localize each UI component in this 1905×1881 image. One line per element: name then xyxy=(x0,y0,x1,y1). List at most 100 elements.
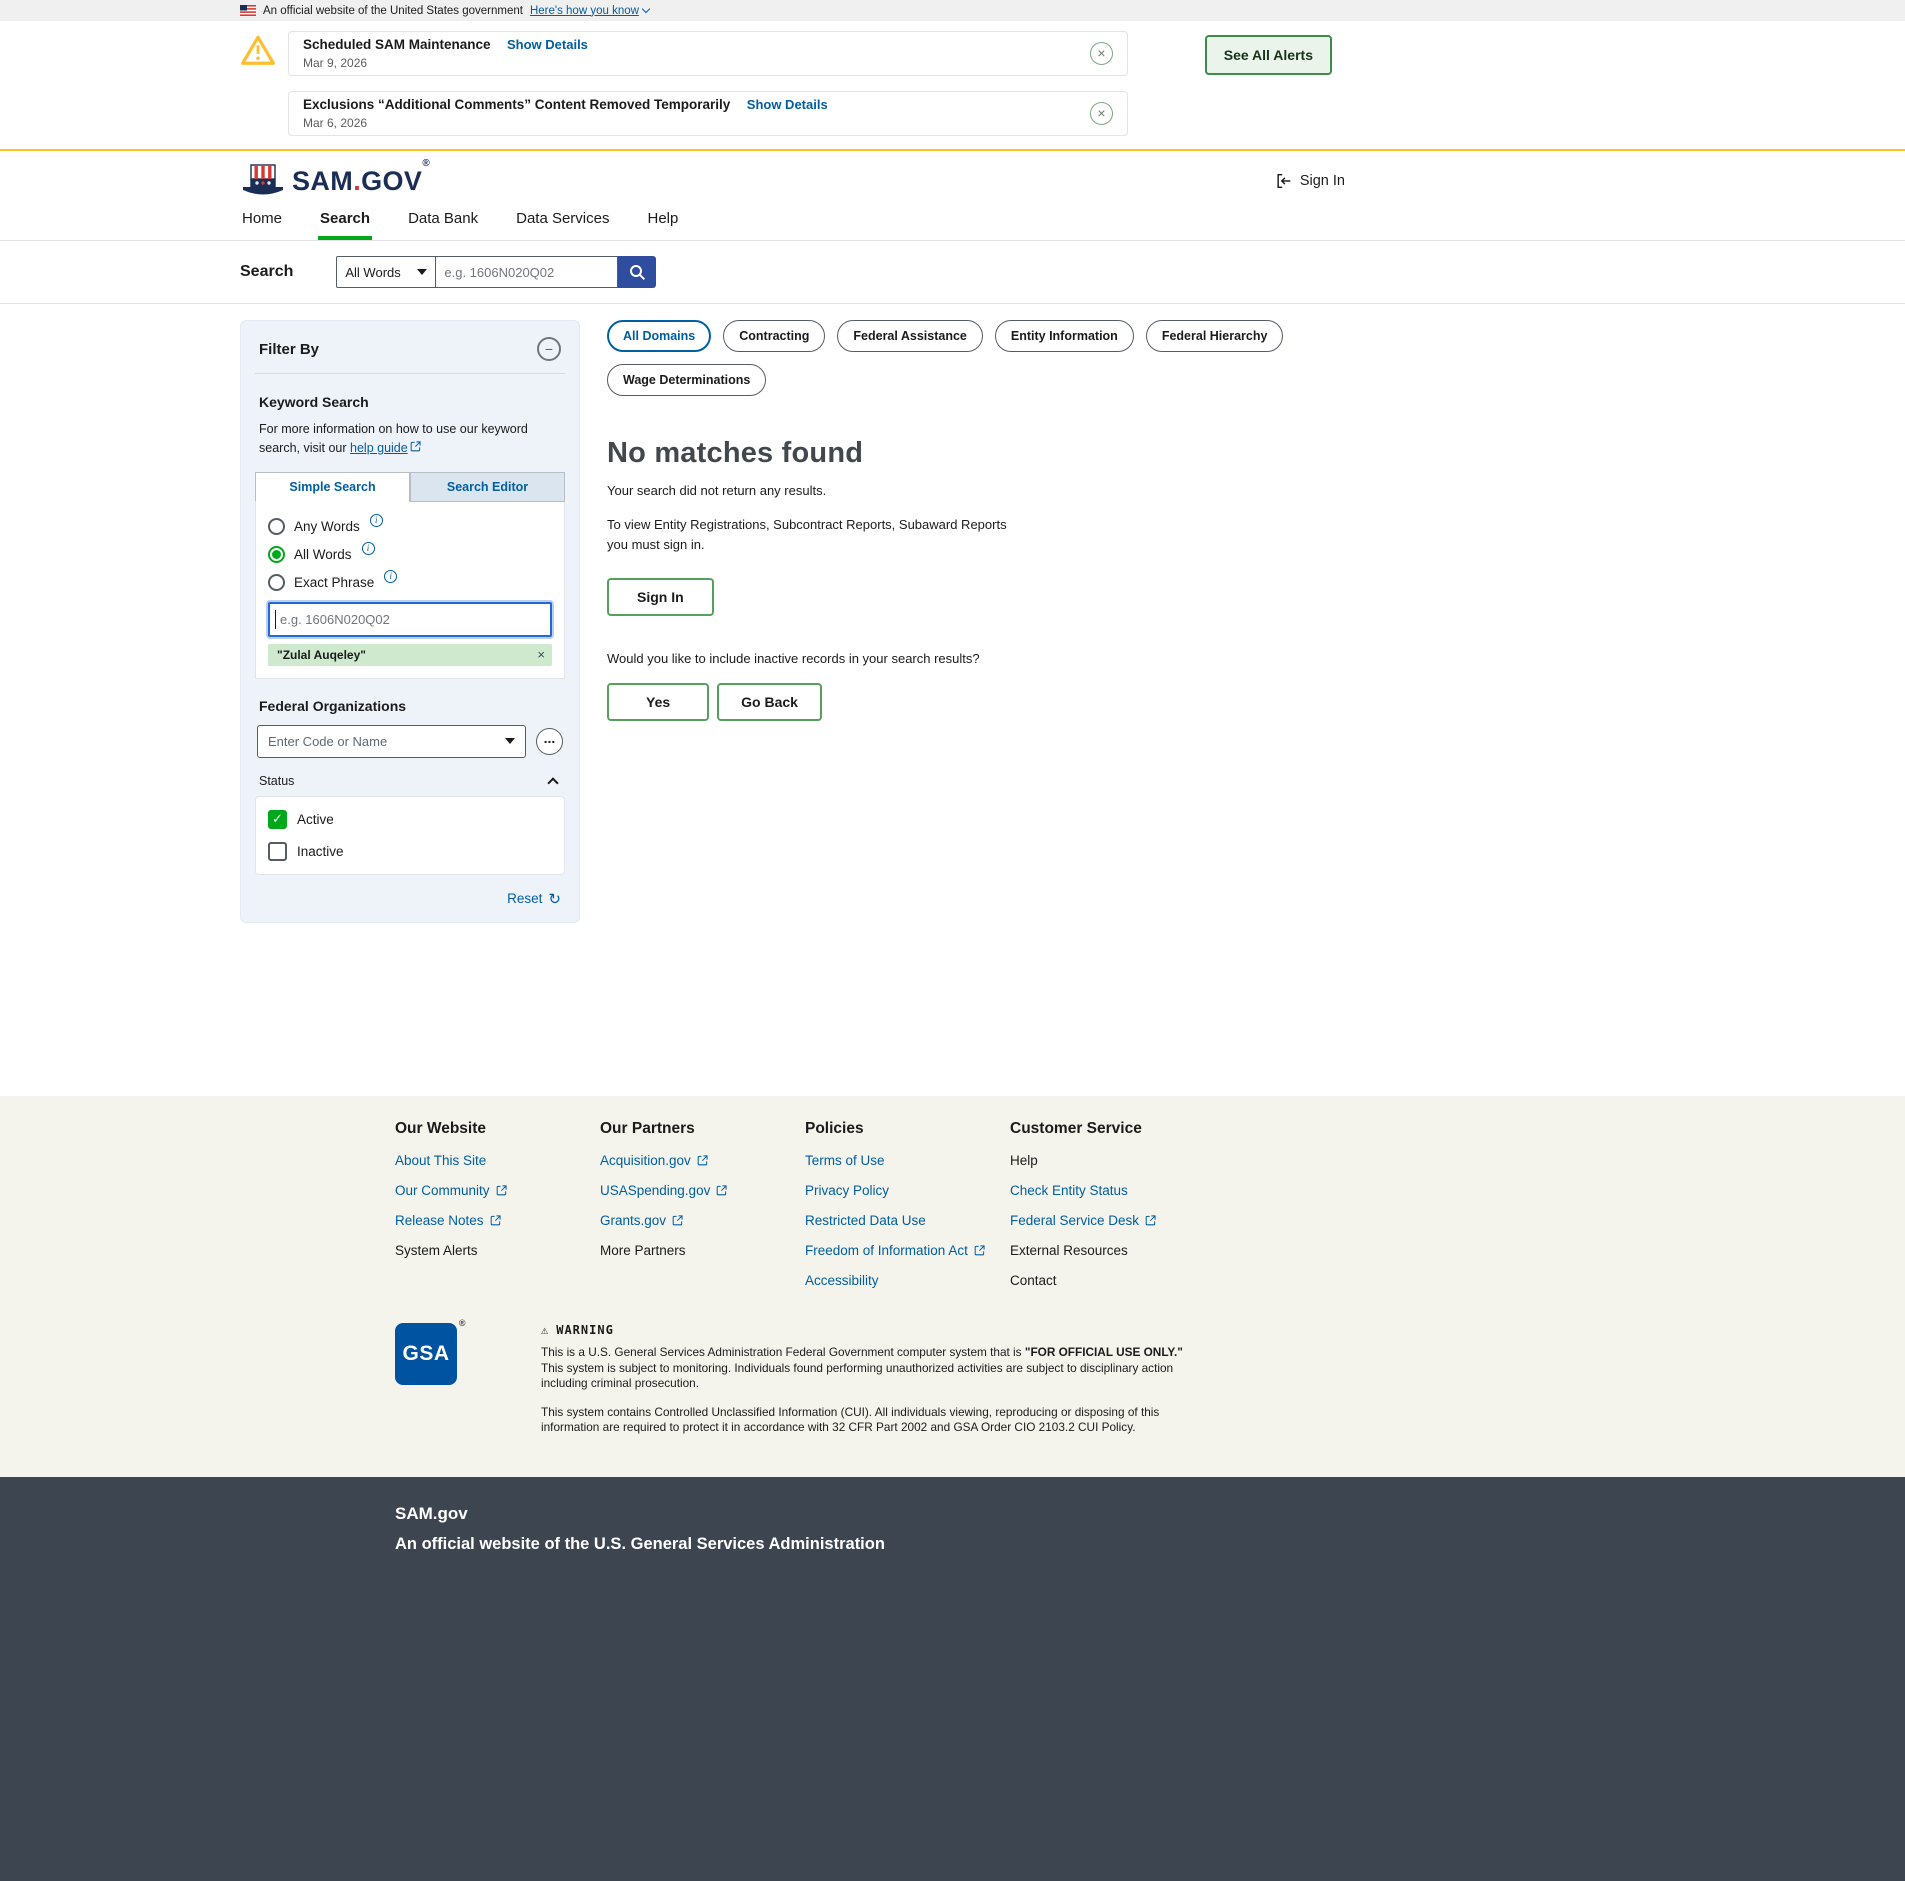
alert-close-button[interactable]: × xyxy=(1090,102,1113,125)
site-header: SAM.GOV® Sign In xyxy=(0,151,1905,207)
info-icon[interactable]: i xyxy=(370,514,383,527)
yes-button[interactable]: Yes xyxy=(607,683,709,721)
domain-tab-contracting[interactable]: Contracting xyxy=(723,320,825,352)
footer-link-grants-gov[interactable]: Grants.gov xyxy=(600,1213,805,1228)
info-icon[interactable]: i xyxy=(362,542,375,555)
footer-link-help[interactable]: Help xyxy=(1010,1153,1215,1168)
minus-icon: − xyxy=(545,341,553,357)
footer-link-acquisition-gov[interactable]: Acquisition.gov xyxy=(600,1153,805,1168)
logo-registered-mark: ® xyxy=(422,158,430,169)
keyword-chip-label: "Zulal Auqeley" xyxy=(277,648,366,662)
checkbox-inactive[interactable]: Inactive xyxy=(268,842,552,861)
filter-panel: Filter By − Keyword Search For more info… xyxy=(240,320,580,923)
footer-link-system-alerts[interactable]: System Alerts xyxy=(395,1243,600,1258)
caret-down-icon xyxy=(417,269,427,275)
main-content: Filter By − Keyword Search For more info… xyxy=(0,304,1905,1096)
search-mode-value: All Words xyxy=(345,265,400,280)
chevron-down-icon xyxy=(642,5,650,13)
radio-any-words[interactable]: Any Words i xyxy=(268,518,552,535)
logo-red-dot: . xyxy=(353,166,361,196)
footer-link-check-entity-status[interactable]: Check Entity Status xyxy=(1010,1183,1215,1198)
domain-tabs: All Domains Contracting Federal Assistan… xyxy=(607,320,1347,396)
tab-search-editor[interactable]: Search Editor xyxy=(410,472,565,502)
sam-gov-logo[interactable]: SAM.GOV® xyxy=(240,164,430,198)
radio-exact-phrase[interactable]: Exact Phrase i xyxy=(268,574,552,591)
checkbox-active[interactable]: ✓ Active xyxy=(268,810,552,829)
footer-link-foia[interactable]: Freedom of Information Act xyxy=(805,1243,1010,1258)
domain-tab-entity-information[interactable]: Entity Information xyxy=(995,320,1134,352)
alert-card: Scheduled SAM Maintenance Show Details M… xyxy=(288,31,1128,76)
nav-item-data-services[interactable]: Data Services xyxy=(514,207,611,240)
go-back-button[interactable]: Go Back xyxy=(717,683,822,721)
sign-in-button[interactable]: Sign In xyxy=(607,578,714,616)
nav-item-help[interactable]: Help xyxy=(645,207,680,240)
sign-in-note: To view Entity Registrations, Subcontrac… xyxy=(607,515,1019,555)
close-icon: × xyxy=(1097,106,1105,120)
alert-list: Scheduled SAM Maintenance Show Details M… xyxy=(288,31,1128,136)
footer-link-our-community[interactable]: Our Community xyxy=(395,1183,600,1198)
gsa-logo: GSA ® xyxy=(395,1323,457,1385)
footer-col-policies: Policies Terms of Use Privacy Policy Res… xyxy=(805,1120,1010,1303)
radio-label: All Words xyxy=(294,547,352,562)
collapse-filters-button[interactable]: − xyxy=(537,337,561,361)
nav-item-home[interactable]: Home xyxy=(240,207,284,240)
footer-heading: Our Partners xyxy=(600,1120,805,1138)
footer-link-release-notes[interactable]: Release Notes xyxy=(395,1213,600,1228)
nav-item-search[interactable]: Search xyxy=(318,207,372,240)
reset-link[interactable]: Reset ↻ xyxy=(507,890,561,908)
alert-show-details-link[interactable]: Show Details xyxy=(507,37,588,52)
footer-link-accessibility[interactable]: Accessibility xyxy=(805,1273,1010,1288)
gsa-registered-mark: ® xyxy=(459,1318,466,1328)
footer-link-restricted-data-use[interactable]: Restricted Data Use xyxy=(805,1213,1010,1228)
footer-link-more-partners[interactable]: More Partners xyxy=(600,1243,805,1258)
sign-in-link[interactable]: Sign In xyxy=(1275,172,1345,190)
footer-link-privacy-policy[interactable]: Privacy Policy xyxy=(805,1183,1010,1198)
footer-link-contact[interactable]: Contact xyxy=(1010,1273,1215,1288)
radio-all-words[interactable]: All Words i xyxy=(268,546,552,563)
radio-checked-icon xyxy=(268,546,285,563)
caret-down-icon xyxy=(505,738,515,744)
gov-banner-text: An official website of the United States… xyxy=(263,5,523,17)
footer-link-terms-of-use[interactable]: Terms of Use xyxy=(805,1153,1010,1168)
search-input[interactable] xyxy=(436,256,618,288)
footer-col-our-website: Our Website About This Site Our Communit… xyxy=(395,1120,600,1303)
chevron-up-icon xyxy=(547,777,558,788)
radio-label: Exact Phrase xyxy=(294,575,374,590)
chip-remove-button[interactable]: × xyxy=(537,648,545,661)
footer-link-about-this-site[interactable]: About This Site xyxy=(395,1153,600,1168)
help-guide-link[interactable]: help guide xyxy=(350,441,421,455)
search-mode-select[interactable]: All Words xyxy=(336,256,436,288)
org-more-options-button[interactable]: ... xyxy=(536,728,563,755)
alert-title: Exclusions “Additional Comments” Content… xyxy=(303,97,730,112)
search-button[interactable] xyxy=(618,256,656,288)
how-you-know-link[interactable]: Here's how you know xyxy=(530,5,649,17)
external-link-icon xyxy=(410,441,421,452)
footer-link-usaspending-gov[interactable]: USASpending.gov xyxy=(600,1183,805,1198)
search-bar: Search All Words xyxy=(0,241,1905,304)
domain-tab-federal-assistance[interactable]: Federal Assistance xyxy=(837,320,982,352)
site-footer: Our Website About This Site Our Communit… xyxy=(0,1096,1905,1477)
alert-show-details-link[interactable]: Show Details xyxy=(747,97,828,112)
domain-tab-wage-determinations[interactable]: Wage Determinations xyxy=(607,364,766,396)
footer-heading: Our Website xyxy=(395,1120,600,1138)
us-flag-icon xyxy=(240,5,256,16)
tab-simple-search[interactable]: Simple Search xyxy=(255,472,410,502)
info-icon[interactable]: i xyxy=(384,570,397,583)
uncle-sam-hat-icon xyxy=(240,164,286,198)
alert-close-button[interactable]: × xyxy=(1090,42,1113,65)
close-icon: × xyxy=(1097,46,1105,60)
domain-tab-all-domains[interactable]: All Domains xyxy=(607,320,711,352)
see-all-alerts-button[interactable]: See All Alerts xyxy=(1205,35,1332,75)
footer-link-external-resources[interactable]: External Resources xyxy=(1010,1243,1215,1258)
nav-item-data-bank[interactable]: Data Bank xyxy=(406,207,480,240)
domain-tab-federal-hierarchy[interactable]: Federal Hierarchy xyxy=(1146,320,1284,352)
footer-link-federal-service-desk[interactable]: Federal Service Desk xyxy=(1010,1213,1215,1228)
alert-date: Mar 9, 2026 xyxy=(303,56,588,70)
search-controls: All Words xyxy=(336,256,656,288)
text-cursor xyxy=(275,610,276,629)
federal-org-select[interactable]: Enter Code or Name xyxy=(257,725,526,758)
keyword-search-input[interactable] xyxy=(268,602,552,637)
sign-in-icon xyxy=(1275,172,1293,190)
status-accordion-header[interactable]: Status xyxy=(255,772,565,796)
warning-paragraph-2: This system contains Controlled Unclassi… xyxy=(541,1405,1189,1436)
